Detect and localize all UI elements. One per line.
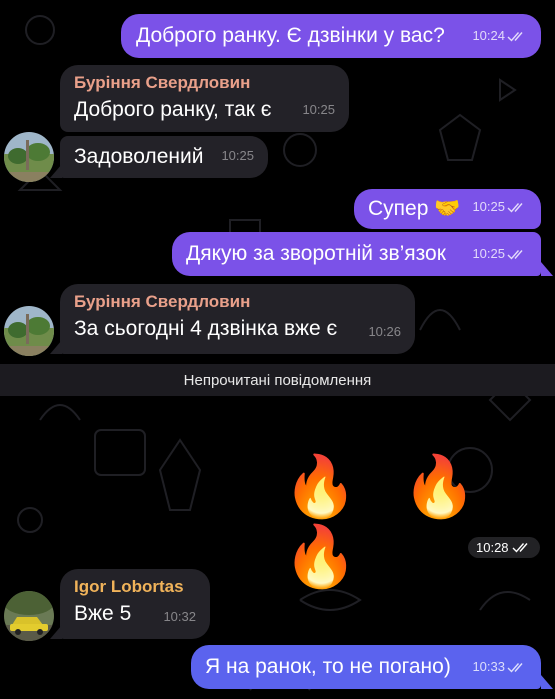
- emoji-message[interactable]: 🔥 🔥 🔥: [283, 452, 555, 592]
- message-text: Вже 5: [74, 602, 132, 625]
- double-check-icon: [507, 249, 523, 260]
- message-time: 10:25: [472, 194, 527, 220]
- avatar[interactable]: [4, 306, 54, 356]
- unread-messages-divider: Непрочитані повідомлення: [0, 364, 555, 396]
- bubble-tail: [50, 340, 62, 354]
- message-time: 10:28: [468, 537, 540, 558]
- bubble-tail: [50, 164, 62, 178]
- double-check-icon: [507, 202, 523, 213]
- double-check-icon: [512, 543, 528, 553]
- message-time: 10:25: [221, 148, 254, 163]
- avatar-photo: [4, 306, 54, 356]
- bubble-tail: [50, 625, 62, 639]
- message-incoming[interactable]: Буріння Свердловин За сьогодні 4 дзвінка…: [60, 284, 415, 354]
- message-time: 10:26: [368, 324, 401, 339]
- message-text: За сьогодні 4 дзвінка вже є: [74, 317, 338, 340]
- message-text: Доброго ранку, так є: [74, 98, 272, 121]
- bubble-tail: [541, 675, 553, 689]
- message-time: 10:32: [163, 609, 196, 624]
- message-text: Дякую за зворотній зв’язок: [186, 242, 446, 265]
- message-text: Супер 🤝: [368, 197, 461, 220]
- message-incoming[interactable]: Igor Lobortas Вже 5 10:32: [60, 569, 210, 639]
- message-text: Я на ранок, то не погано): [205, 655, 451, 678]
- message-time: 10:25: [472, 241, 527, 267]
- avatar-photo: [4, 591, 54, 641]
- avatar-photo: [4, 132, 54, 182]
- message-time: 10:24: [472, 23, 527, 49]
- avatar[interactable]: [4, 132, 54, 182]
- sender-name[interactable]: Igor Lobortas: [74, 577, 210, 597]
- message-incoming[interactable]: Буріння Свердловин Доброго ранку, так є …: [60, 65, 349, 132]
- avatar[interactable]: [4, 591, 54, 641]
- sender-name[interactable]: Буріння Свердловин: [74, 73, 349, 93]
- message-text: Задоволений: [74, 145, 204, 168]
- message-outgoing[interactable]: Супер 🤝 10:25: [354, 189, 541, 229]
- message-outgoing[interactable]: Доброго ранку. Є дзвінки у вас? 10:24: [121, 14, 541, 58]
- message-incoming[interactable]: Задоволений 10:25: [60, 136, 268, 178]
- message-outgoing[interactable]: Дякую за зворотній зв’язок 10:25: [172, 232, 541, 276]
- sender-name[interactable]: Буріння Свердловин: [74, 292, 415, 312]
- message-outgoing[interactable]: Я на ранок, то не погано) 10:33: [191, 645, 541, 689]
- message-time: 10:25: [302, 102, 335, 117]
- double-check-icon: [507, 31, 523, 42]
- bubble-tail: [541, 262, 553, 276]
- double-check-icon: [507, 662, 523, 673]
- message-time: 10:33: [472, 654, 527, 680]
- message-text: Доброго ранку. Є дзвінки у вас?: [136, 24, 445, 47]
